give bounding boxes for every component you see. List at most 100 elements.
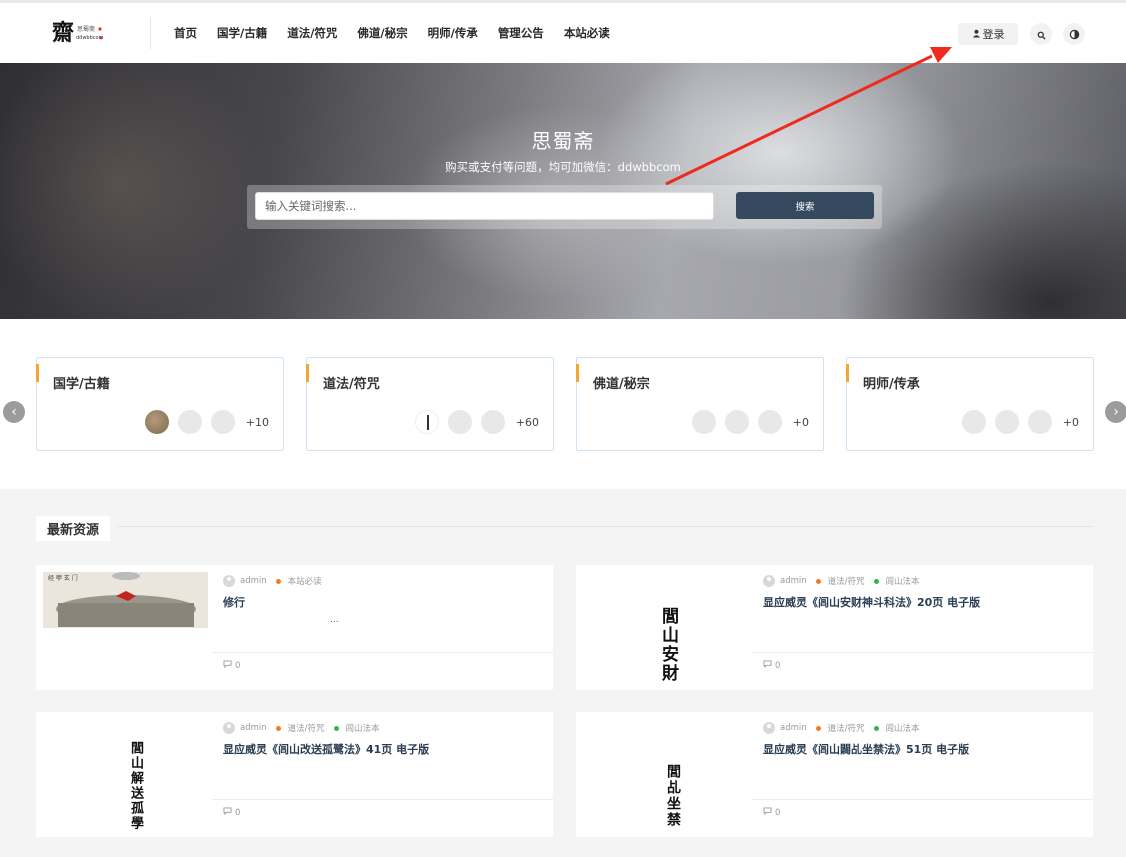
post-thumb-avatar[interactable]	[447, 410, 472, 434]
category-avatars: +0	[961, 410, 1079, 434]
post-author[interactable]: admin	[240, 723, 267, 733]
post-title[interactable]: 显应威灵《闾山改送孤鹭法》41页 电子版	[223, 741, 429, 757]
user-icon	[972, 28, 981, 41]
login-button[interactable]: 登录	[958, 23, 1018, 45]
slider-next-button[interactable]: ›	[1105, 401, 1126, 423]
category-card[interactable]: 佛道/秘宗 +0	[576, 357, 824, 451]
theme-toggle-icon	[1069, 25, 1080, 44]
author-avatar	[223, 575, 235, 587]
comment-icon	[223, 660, 232, 671]
thumb-text: 閭山安財	[658, 607, 678, 683]
post-tag[interactable]: 闾山法本	[886, 722, 920, 734]
category-avatars: +10	[144, 410, 269, 434]
post-tag[interactable]: 闾山法本	[886, 575, 920, 587]
login-label: 登录	[982, 28, 1005, 41]
site-logo[interactable]: 齋 思蜀斋 ddwbbcom	[52, 17, 108, 47]
post-thumb-avatar[interactable]	[994, 410, 1019, 434]
search-toggle-button[interactable]	[1030, 23, 1052, 45]
post-comments[interactable]: 0	[223, 660, 240, 671]
post-thumb-avatar[interactable]	[757, 410, 782, 434]
category-band: ‹ 国学/古籍 +10 道法/符咒 +60 佛道/秘宗 +0 明师/传承 +0 …	[0, 319, 1126, 489]
post-thumb-avatar[interactable]	[480, 410, 505, 434]
post-title[interactable]: 显应威灵《闾山闢乩坐禁法》51页 电子版	[763, 741, 969, 757]
post-comments[interactable]: 0	[223, 807, 240, 818]
post-thumb-avatar[interactable]	[144, 410, 169, 434]
post-title[interactable]: 修行	[223, 594, 245, 610]
post-footer-divider	[212, 652, 553, 653]
post-author[interactable]: admin	[780, 576, 807, 586]
search-input[interactable]	[255, 192, 714, 220]
post-author[interactable]: admin	[240, 576, 267, 586]
post-card[interactable]: 閭山解送孤學 admin 道法/符咒 闾山法本 显应威灵《闾山改送孤鹭法》41页…	[36, 712, 553, 837]
post-thumb-avatar[interactable]	[210, 410, 235, 434]
nav-home[interactable]: 首页	[174, 25, 197, 41]
comment-icon	[223, 807, 232, 818]
nav-must-read[interactable]: 本站必读	[564, 25, 610, 41]
comment-icon	[763, 660, 772, 671]
nav-fodao[interactable]: 佛道/秘宗	[357, 25, 407, 41]
post-tag[interactable]: 道法/符咒	[288, 722, 325, 734]
post-card[interactable]: 閭乩坐禁 admin 道法/符咒 闾山法本 显应威灵《闾山闢乩坐禁法》51页 电…	[576, 712, 1093, 837]
post-meta: admin 道法/符咒 闾山法本	[223, 722, 380, 734]
post-author[interactable]: admin	[780, 723, 807, 733]
post-meta: admin 道法/符咒 闾山法本	[763, 722, 920, 734]
comment-icon	[763, 807, 772, 818]
category-name: 国学/古籍	[53, 377, 110, 392]
post-card[interactable]: 经 咿 玄 门 admin 本站必读 修行 ... 0	[36, 565, 553, 690]
category-avatars: +0	[691, 410, 809, 434]
post-meta: admin 本站必读	[223, 575, 322, 587]
post-title[interactable]: 显应威灵《闾山安财神斗科法》20页 电子版	[763, 594, 980, 610]
post-thumb-avatar[interactable]	[724, 410, 749, 434]
search-icon	[1037, 25, 1046, 44]
post-tag[interactable]: 闾山法本	[346, 722, 380, 734]
nav-mingshi[interactable]: 明师/传承	[428, 25, 478, 41]
comment-count: 0	[235, 660, 241, 671]
theme-toggle-button[interactable]	[1063, 23, 1085, 45]
thumb-text: 经 咿 玄 门	[48, 574, 78, 582]
main-nav: 首页 国学/古籍 道法/符咒 佛道/秘宗 明师/传承 管理公告 本站必读	[174, 3, 610, 63]
post-thumb-avatar[interactable]	[691, 410, 716, 434]
post-thumbnail[interactable]: 閭乩坐禁	[576, 712, 752, 837]
tag-dot	[275, 578, 281, 584]
thumb-text: 閭山解送孤學	[128, 741, 143, 831]
comment-count: 0	[775, 660, 781, 671]
tag-dot	[275, 725, 281, 731]
post-tag[interactable]: 道法/符咒	[828, 722, 865, 734]
category-card[interactable]: 道法/符咒 +60	[306, 357, 554, 451]
post-footer-divider	[752, 652, 1093, 653]
post-thumb-avatar[interactable]	[177, 410, 202, 434]
post-tag[interactable]: 道法/符咒	[828, 575, 865, 587]
post-tag[interactable]: 本站必读	[288, 575, 322, 587]
post-thumbnail[interactable]: 经 咿 玄 门	[36, 565, 212, 690]
card-accent	[576, 364, 579, 382]
post-thumb-avatar[interactable]	[1027, 410, 1052, 434]
chevron-right-icon: ›	[1113, 404, 1119, 420]
nav-guoxue[interactable]: 国学/古籍	[217, 25, 267, 41]
category-card[interactable]: 明师/传承 +0	[846, 357, 1094, 451]
hero-subtitle: 购买或支付等问题，均可加微信：ddwbbcom	[445, 160, 681, 174]
nav-announcement[interactable]: 管理公告	[498, 25, 544, 41]
tag-dot	[873, 578, 879, 584]
search-button[interactable]: 搜索	[736, 192, 874, 219]
post-excerpt: ...	[330, 615, 339, 625]
post-thumb-avatar[interactable]	[961, 410, 986, 434]
post-footer-divider	[212, 799, 553, 800]
category-name: 道法/符咒	[323, 377, 380, 392]
post-card[interactable]: 閭山安財 admin 道法/符咒 闾山法本 显应威灵《闾山安财神斗科法》20页 …	[576, 565, 1093, 690]
post-comments[interactable]: 0	[763, 807, 780, 818]
hero-search-box: 搜索	[247, 185, 882, 229]
nav-daofa[interactable]: 道法/符咒	[287, 25, 337, 41]
slider-prev-button[interactable]: ‹	[3, 401, 25, 423]
category-card[interactable]: 国学/古籍 +10	[36, 357, 284, 451]
post-meta: admin 道法/符咒 闾山法本	[763, 575, 920, 587]
post-footer-divider	[752, 799, 1093, 800]
svg-text:齋: 齋	[52, 20, 74, 46]
card-accent	[846, 364, 849, 382]
more-count: +10	[245, 415, 269, 429]
category-name: 明师/传承	[863, 377, 920, 392]
post-thumbnail[interactable]: 閭山解送孤學	[36, 712, 212, 837]
post-thumbnail[interactable]: 閭山安財	[576, 565, 752, 690]
post-comments[interactable]: 0	[763, 660, 780, 671]
post-thumb-avatar[interactable]	[414, 410, 439, 434]
comment-count: 0	[775, 807, 781, 818]
